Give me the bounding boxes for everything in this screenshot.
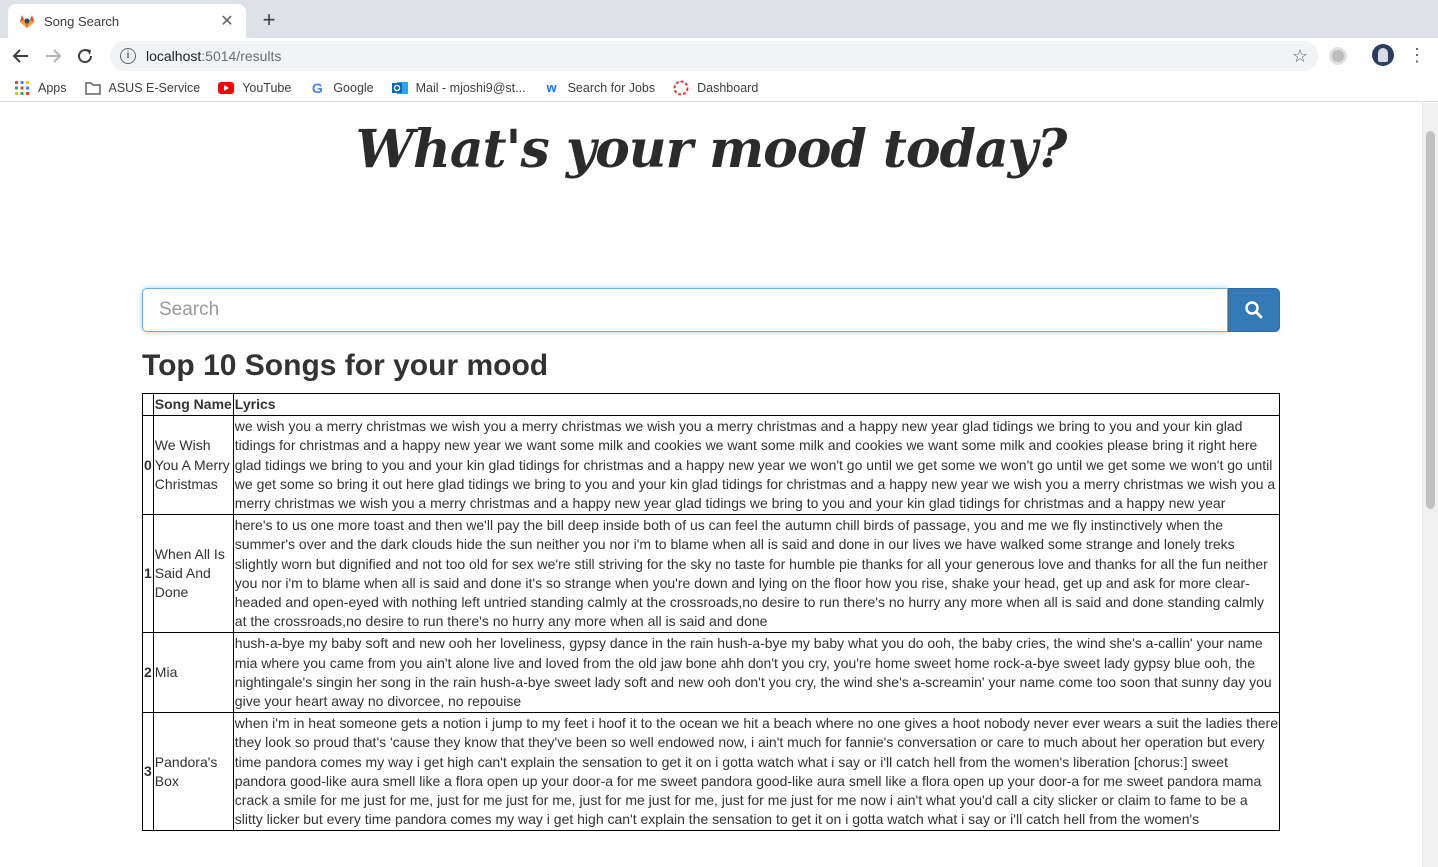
row-index: 3	[142, 712, 154, 832]
back-arrow-icon[interactable]	[8, 43, 34, 69]
page-viewport: What's your mood today? Top 10 Songs for…	[0, 103, 1422, 867]
page-scrollbar[interactable]	[1422, 103, 1438, 867]
browser-tab[interactable]: Song Search ✕	[8, 4, 246, 38]
new-tab-button[interactable]: +	[256, 8, 282, 34]
apps-grid-icon	[14, 80, 30, 96]
jobs-icon: w	[546, 80, 557, 95]
table-row: 2 Mia hush-a-bye my baby soft and new oo…	[142, 632, 1281, 714]
bookmark-label: YouTube	[242, 80, 292, 95]
search-input[interactable]	[142, 288, 1228, 332]
songs-table: Song Name Lyrics 0 We Wish You A Merry C…	[142, 392, 1281, 832]
info-icon[interactable]: i	[120, 48, 136, 64]
bookmark-label: Google	[333, 80, 374, 95]
table-row: 0 We Wish You A Merry Christmas we wish …	[142, 415, 1281, 516]
row-index: 1	[142, 514, 154, 634]
outlook-icon	[391, 80, 408, 96]
header-lyrics: Lyrics	[232, 392, 1281, 417]
profile-avatar[interactable]	[1372, 44, 1394, 66]
song-name: Mia	[152, 632, 234, 714]
bookmark-jobs[interactable]: w Search for Jobs	[544, 80, 656, 96]
folder-icon	[84, 80, 101, 96]
browser-toolbar: i localhost:5014/results ☆ ⋮	[0, 38, 1438, 74]
results-title: Top 10 Songs for your mood	[142, 349, 549, 382]
song-name: We Wish You A Merry Christmas	[152, 415, 234, 516]
bookmark-label: Apps	[38, 80, 67, 95]
gitlab-fox-icon	[18, 12, 36, 30]
bookmark-asus[interactable]: ASUS E-Service	[84, 80, 201, 96]
dashboard-icon	[673, 80, 689, 96]
bookmark-label: Mail - mjoshi9@st...	[415, 80, 526, 95]
extension-icon[interactable]	[1329, 47, 1347, 65]
song-name: Pandora's Box	[152, 712, 234, 832]
bookmark-mail[interactable]: Mail - mjoshi9@st...	[391, 80, 526, 96]
search-form	[142, 288, 1280, 332]
search-icon	[1245, 301, 1263, 319]
tab-title: Song Search	[44, 13, 120, 29]
bookmark-label: Dashboard	[697, 80, 759, 95]
song-lyrics: we wish you a merry christmas we wish yo…	[232, 415, 1281, 516]
tab-strip: Song Search ✕ +	[0, 0, 1438, 38]
song-lyrics: when i'm in heat someone gets a notion i…	[232, 712, 1281, 832]
youtube-icon	[218, 80, 235, 96]
bookmarks-bar: Apps ASUS E-Service YouTube G Google Mai…	[0, 74, 1438, 102]
song-lyrics: hush-a-bye my baby soft and new ooh her …	[232, 632, 1281, 714]
row-index: 0	[142, 415, 154, 516]
table-row: 3 Pandora's Box when i'm in heat someone…	[142, 712, 1281, 832]
bookmark-label: ASUS E-Service	[108, 80, 201, 95]
search-button[interactable]	[1228, 288, 1280, 332]
scrollbar-thumb[interactable]	[1426, 131, 1435, 509]
google-icon: G	[311, 79, 323, 96]
reload-icon[interactable]	[72, 43, 98, 69]
bookmark-dashboard[interactable]: Dashboard	[673, 80, 758, 96]
header-index	[142, 392, 154, 417]
forward-arrow-icon[interactable]	[40, 43, 66, 69]
bookmark-apps[interactable]: Apps	[14, 80, 67, 96]
bookmark-star-icon[interactable]: ☆	[1292, 46, 1308, 67]
song-name: When All Is Said And Done	[152, 514, 234, 634]
address-bar[interactable]: i localhost:5014/results ☆	[110, 41, 1318, 71]
bookmark-label: Search for Jobs	[567, 80, 656, 95]
song-lyrics: here's to us one more toast and then we'…	[232, 514, 1281, 634]
table-row: 1 When All Is Said And Done here's to us…	[142, 514, 1281, 634]
tab-close-icon[interactable]: ✕	[218, 11, 236, 31]
table-header-row: Song Name Lyrics	[142, 392, 1281, 417]
page-heading: What's your mood today?	[355, 119, 1068, 180]
bookmark-google[interactable]: G Google	[309, 79, 374, 96]
url-host: localhost	[146, 48, 202, 64]
url-path: :5014/results	[201, 48, 282, 64]
header-song-name: Song Name	[152, 392, 234, 417]
bookmark-youtube[interactable]: YouTube	[218, 80, 291, 96]
browser-menu-icon[interactable]: ⋮	[1408, 44, 1426, 68]
row-index: 2	[142, 632, 154, 714]
